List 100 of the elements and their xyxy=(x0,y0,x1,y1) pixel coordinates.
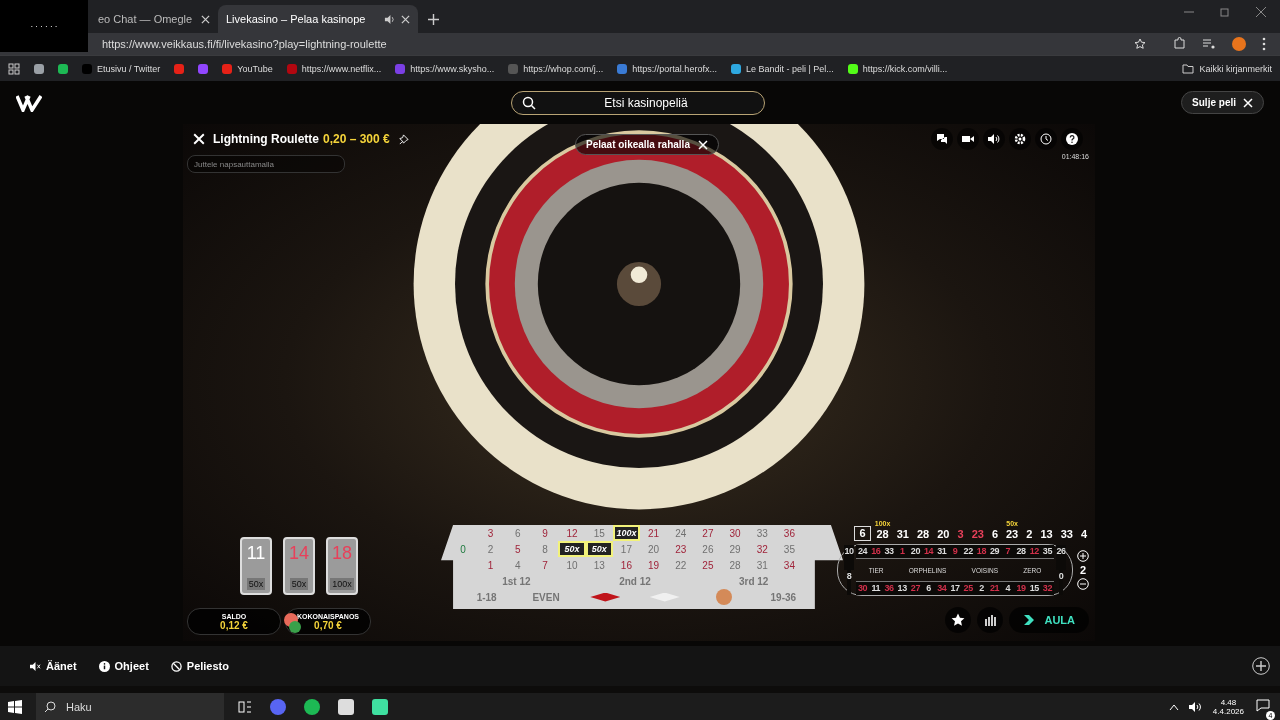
number-bet-spot[interactable]: 2 xyxy=(477,541,505,557)
multiplier-bet-spot[interactable]: 100x xyxy=(612,525,640,541)
windows-start-icon[interactable] xyxy=(8,700,22,714)
star-icon[interactable] xyxy=(1134,38,1146,50)
help-icon[interactable] xyxy=(1061,128,1083,150)
racetrack-number[interactable]: 28 xyxy=(1014,545,1028,558)
site-logo[interactable] xyxy=(16,93,42,112)
all-bookmarks-link[interactable]: Kaikki kirjanmerkit xyxy=(1182,63,1272,74)
racetrack-number[interactable]: 6 xyxy=(922,582,936,595)
outside-bet-spot[interactable]: 19-36 xyxy=(753,589,813,605)
racetrack-number[interactable]: 7 xyxy=(1001,545,1015,558)
restore-icon[interactable] xyxy=(1220,6,1230,17)
history-icon[interactable] xyxy=(1035,128,1057,150)
number-bet-spot[interactable]: 21 xyxy=(640,525,668,541)
racetrack-number[interactable]: 29 xyxy=(988,545,1002,558)
racetrack-number[interactable]: 36 xyxy=(882,582,896,595)
racetrack-number[interactable]: 17 xyxy=(948,582,962,595)
bookmark-icon[interactable] xyxy=(174,63,185,74)
racetrack-number[interactable]: 31 xyxy=(935,545,949,558)
racetrack-number[interactable]: 30 xyxy=(856,582,870,595)
number-bet-spot[interactable]: 23 xyxy=(667,541,695,557)
profile-avatar[interactable] xyxy=(1232,37,1246,51)
number-bet-spot[interactable]: 9 xyxy=(531,525,559,541)
number-bet-spot[interactable]: 17 xyxy=(612,541,640,557)
minus-icon[interactable] xyxy=(1077,578,1089,590)
task-view-icon[interactable] xyxy=(238,700,252,714)
number-bet-spot[interactable]: 35 xyxy=(775,541,803,557)
bookmark-link[interactable]: https://portal.herofx... xyxy=(617,63,717,74)
bookmark-link[interactable]: https://whop.com/j... xyxy=(508,63,604,74)
close-icon[interactable] xyxy=(201,14,210,24)
number-bet-spot[interactable]: 31 xyxy=(748,557,776,573)
close-game-button[interactable]: Sulje peli xyxy=(1181,91,1264,114)
footer-button[interactable]: Ohjeet xyxy=(94,658,153,674)
extensions-icon[interactable] xyxy=(1172,37,1186,51)
chat-field[interactable]: Juttele napsauttamalla xyxy=(187,155,345,173)
plus-icon[interactable] xyxy=(1077,550,1089,562)
bookmark-icon[interactable] xyxy=(34,63,44,74)
add-icon[interactable] xyxy=(1252,657,1270,675)
number-bet-spot[interactable]: 20 xyxy=(640,541,668,557)
racetrack-number[interactable]: 19 xyxy=(1014,582,1028,595)
new-tab-icon[interactable] xyxy=(428,14,439,25)
number-bet-spot[interactable]: 22 xyxy=(667,557,695,573)
bookmark-link[interactable]: https://www.netflix... xyxy=(286,63,382,74)
number-bet-spot[interactable]: 30 xyxy=(721,525,749,541)
number-bet-spot[interactable]: 25 xyxy=(694,557,722,573)
number-bet-spot[interactable]: 26 xyxy=(694,541,722,557)
number-bet-spot[interactable]: 1 xyxy=(477,557,505,573)
bookmark-link[interactable]: Le Bandit - peli | Pel... xyxy=(730,63,834,74)
racetrack-number[interactable]: 0 xyxy=(1058,570,1064,595)
number-bet-spot[interactable]: 27 xyxy=(694,525,722,541)
racetrack-number[interactable]: 14 xyxy=(922,545,936,558)
racetrack-number[interactable]: 9 xyxy=(948,545,962,558)
racetrack-number[interactable]: 11 xyxy=(869,582,883,595)
multiplier-bet-spot[interactable]: 50x xyxy=(585,541,613,557)
close-icon[interactable] xyxy=(401,14,410,24)
pin-icon[interactable] xyxy=(397,133,409,145)
number-bet-spot[interactable]: 12 xyxy=(558,525,586,541)
chat-app-icon[interactable] xyxy=(270,699,286,715)
zero-bet-spot[interactable]: 0 xyxy=(449,525,477,573)
apps-grid-icon[interactable] xyxy=(8,62,20,75)
settings-icon[interactable] xyxy=(1009,128,1031,150)
number-bet-spot[interactable]: 32 xyxy=(748,541,776,557)
footer-button[interactable]: Peliesto xyxy=(166,658,233,674)
racetrack-number[interactable]: 21 xyxy=(988,582,1002,595)
bookmark-link[interactable]: https://www.skysho... xyxy=(395,63,495,74)
number-bet-spot[interactable]: 6 xyxy=(504,525,532,541)
browser-tab[interactable]: eo Chat — Omegle xyxy=(90,5,218,33)
number-bet-spot[interactable]: 4 xyxy=(504,557,532,573)
chat-icon[interactable] xyxy=(931,128,953,150)
racetrack-number[interactable]: 34 xyxy=(935,582,949,595)
search-field[interactable]: Etsi kasinopeliä xyxy=(511,90,765,115)
number-bet-spot[interactable]: 24 xyxy=(667,525,695,541)
number-bet-spot[interactable]: 13 xyxy=(585,557,613,573)
bookmark-icon[interactable] xyxy=(198,63,209,74)
outside-bet-spot[interactable]: EVEN xyxy=(516,589,576,605)
caret-icon[interactable] xyxy=(1168,703,1179,711)
footer-button[interactable]: Äänet xyxy=(26,658,81,674)
bookmark-link[interactable]: Etusivu / Twitter xyxy=(82,63,161,74)
speaker-icon[interactable] xyxy=(1188,701,1203,713)
racetrack-number[interactable]: 26 xyxy=(1056,545,1066,570)
browser-tab[interactable]: Livekasino – Pelaa kasinope xyxy=(218,5,418,33)
number-bet-spot[interactable]: 5 xyxy=(504,541,532,557)
racetrack-number[interactable]: 33 xyxy=(882,545,896,558)
number-bet-spot[interactable]: 16 xyxy=(612,557,640,573)
dozen-bet-spot[interactable]: 1st 12 xyxy=(457,573,576,589)
taskbar-search-field[interactable]: Haku xyxy=(36,693,224,720)
outside-bet-spot[interactable]: 1-18 xyxy=(457,589,517,605)
number-bet-spot[interactable]: 19 xyxy=(640,557,668,573)
number-bet-spot[interactable]: 7 xyxy=(531,557,559,573)
lobby-button[interactable]: AULA xyxy=(1009,607,1089,633)
number-bet-spot[interactable]: 15 xyxy=(585,525,613,541)
number-bet-spot[interactable]: 8 xyxy=(531,541,559,557)
number-bet-spot[interactable]: 34 xyxy=(775,557,803,573)
bookmark-link[interactable]: YouTube xyxy=(222,63,273,74)
racetrack-number[interactable]: 10 xyxy=(844,545,854,570)
media-list-icon[interactable] xyxy=(1202,37,1216,51)
number-bet-spot[interactable]: 29 xyxy=(721,541,749,557)
number-bet-spot[interactable]: 3 xyxy=(477,525,505,541)
dozen-bet-spot[interactable]: 3rd 12 xyxy=(694,573,813,589)
number-bet-spot[interactable]: 33 xyxy=(748,525,776,541)
